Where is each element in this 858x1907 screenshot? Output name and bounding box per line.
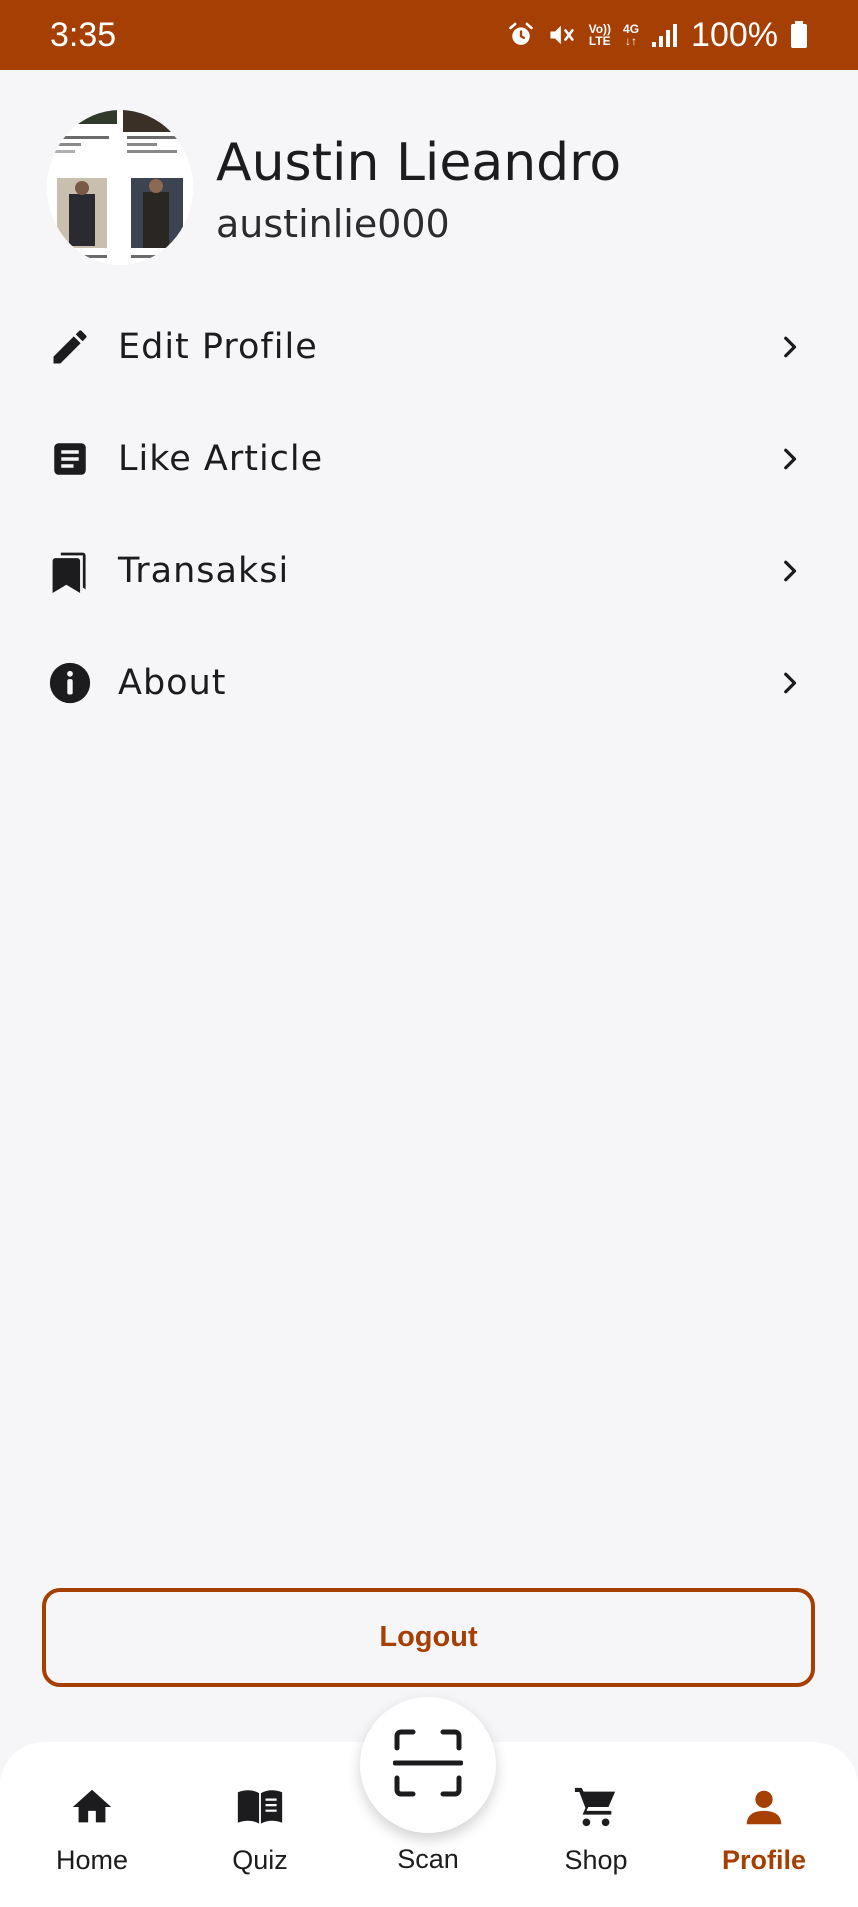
- home-icon: [68, 1783, 116, 1831]
- menu-label: Edit Profile: [118, 327, 318, 367]
- volte-icon: Vo)) LTE: [589, 23, 611, 47]
- person-icon: [740, 1783, 788, 1831]
- nav-label: Profile: [721, 1845, 807, 1875]
- chevron-right-icon: [770, 551, 810, 591]
- menu-item-about[interactable]: About: [40, 638, 810, 728]
- avatar-image: [47, 110, 193, 265]
- nav-item-quiz[interactable]: Quiz: [190, 1783, 330, 1883]
- menu-label: Transaksi: [118, 551, 290, 591]
- scan-icon: [392, 1728, 464, 1802]
- volte-bottom-text: LTE: [588, 34, 611, 48]
- status-bar: 3:35 Vo)) LTE 4G ↓↑ 100%: [0, 0, 858, 70]
- menu-label: Like Article: [118, 439, 324, 479]
- network-4g-icon: 4G ↓↑: [623, 23, 639, 47]
- profile-username: austinlie000: [216, 202, 450, 246]
- profile-name: Austin Lieandro: [216, 133, 622, 193]
- scan-button[interactable]: [360, 1697, 496, 1833]
- nav-item-profile[interactable]: Profile: [694, 1783, 834, 1883]
- info-icon: [40, 653, 100, 713]
- cart-icon: [572, 1783, 620, 1831]
- nav-item-home[interactable]: Home: [22, 1783, 162, 1883]
- signal-icon: [651, 22, 679, 48]
- logout-button[interactable]: Logout: [42, 1588, 815, 1687]
- nav-label: Shop: [564, 1845, 628, 1875]
- article-icon: [40, 429, 100, 489]
- mute-icon: [547, 21, 577, 49]
- nav-item-shop[interactable]: Shop: [526, 1783, 666, 1883]
- battery-percent: 100%: [691, 15, 778, 54]
- bookmarks-icon: [40, 541, 100, 601]
- network-arrows-text: ↓↑: [625, 34, 638, 48]
- menu-item-edit-profile[interactable]: Edit Profile: [40, 302, 810, 392]
- status-time: 3:35: [50, 15, 117, 54]
- menu-item-transaksi[interactable]: Transaksi: [40, 526, 810, 616]
- nav-label-scan: Scan: [397, 1844, 459, 1874]
- nav-label: Quiz: [232, 1845, 288, 1875]
- menu-item-like-article[interactable]: Like Article: [40, 414, 810, 504]
- chevron-right-icon: [770, 439, 810, 479]
- chevron-right-icon: [770, 327, 810, 367]
- book-icon: [236, 1783, 284, 1831]
- pencil-icon: [40, 317, 100, 377]
- avatar[interactable]: [47, 110, 193, 265]
- status-icons: Vo)) LTE 4G ↓↑ 100%: [507, 16, 808, 55]
- alarm-icon: [507, 21, 535, 49]
- menu-label: About: [118, 663, 227, 703]
- chevron-right-icon: [770, 663, 810, 703]
- battery-icon: [790, 21, 808, 49]
- nav-label: Home: [55, 1845, 129, 1875]
